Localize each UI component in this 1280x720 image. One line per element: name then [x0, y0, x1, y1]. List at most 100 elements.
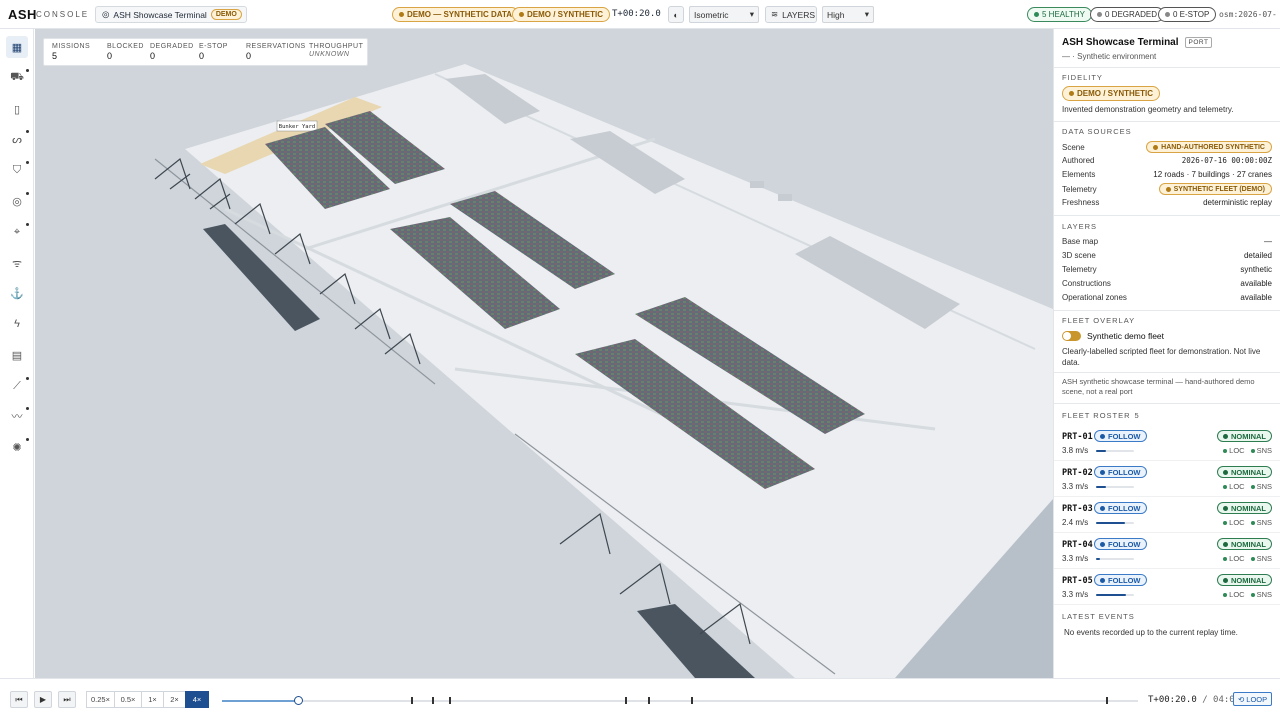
status-label: NOMINAL [1231, 539, 1266, 549]
speed-option[interactable]: 2× [163, 691, 186, 708]
sensor-flags: LOC SNS [1223, 446, 1272, 455]
metric-label: DEGRADED [150, 43, 194, 50]
fleet-row[interactable]: PRT-03 FOLLOW NOMINAL 2.4 m/s LOC SNS [1054, 497, 1280, 533]
replay-clock: T+00:20.0 [612, 9, 661, 19]
theme-toggle-button[interactable]: ◐ [668, 6, 684, 23]
nav-routes[interactable]: ᔕ [6, 128, 29, 150]
event-marker[interactable] [411, 697, 413, 704]
sns-flag: SNS [1250, 590, 1272, 599]
metric-value: 0 [107, 51, 113, 61]
device-icon: ▯ [13, 103, 21, 116]
scene-selector[interactable]: ◎ ASH Showcase Terminal DEMO [95, 6, 247, 23]
healthy-pill[interactable]: 5 HEALTHY [1027, 7, 1092, 22]
event-marker[interactable] [691, 697, 693, 704]
nav-power[interactable]: ϟ [6, 313, 28, 335]
skip-back-button[interactable]: ⏮ [10, 691, 28, 708]
layer-row: 3D scene detailed [1062, 251, 1272, 260]
nav-safety[interactable]: ⛉ [6, 159, 29, 181]
nav-network[interactable]: ᯤ [6, 252, 28, 274]
timeline-progress [222, 700, 299, 702]
estop-pill[interactable]: 0 E-STOP [1158, 7, 1217, 22]
fidelity-text: Invented demonstration geometry and tele… [1062, 105, 1234, 114]
play-icon: ▶ [39, 695, 47, 704]
layer-value: synthetic [1240, 265, 1272, 274]
event-marker[interactable] [648, 697, 650, 704]
nav-archive[interactable]: ▤ [6, 344, 28, 366]
speed-option[interactable]: 1× [141, 691, 164, 708]
divider [1054, 403, 1280, 404]
status-badge: NOMINAL [1217, 538, 1272, 550]
event-marker[interactable] [625, 697, 627, 704]
source-key: Scene [1062, 142, 1085, 152]
fleet-id: PRT-01 [1062, 432, 1093, 442]
mode-label: FOLLOW [1108, 539, 1141, 549]
scene-name: ASH Showcase Terminal [113, 9, 207, 20]
degraded-pill[interactable]: 0 DEGRADED [1090, 7, 1165, 22]
estop-label: 0 E-STOP [1173, 10, 1210, 19]
fleet-overlay-toggle[interactable] [1062, 331, 1081, 341]
loop-button[interactable]: ⟲ LOOP [1233, 692, 1273, 706]
sns-flag: SNS [1250, 446, 1272, 455]
event-marker[interactable] [432, 697, 434, 704]
speed-option-active[interactable]: 4× [185, 691, 209, 708]
loc-flag: LOC [1223, 554, 1245, 563]
demo-synthetic-label: DEMO / SYNTHETIC [527, 10, 604, 19]
quality-value: High [827, 9, 845, 20]
source-value: 12 roads · 7 buildings · 27 cranes [1153, 170, 1272, 179]
status-badge: NOMINAL [1217, 430, 1272, 442]
timeline-thumb[interactable] [294, 696, 304, 705]
speed-bar-fill [1096, 522, 1125, 524]
speed-option[interactable]: 0.5× [114, 691, 142, 708]
nav-fleet[interactable]: ⛟ [6, 67, 29, 89]
event-marker[interactable] [1106, 697, 1108, 704]
fleet-row[interactable]: PRT-01 FOLLOW NOMINAL 3.8 m/s LOC SNS [1054, 425, 1280, 461]
sns-flag: SNS [1250, 554, 1272, 563]
metric-value: 0 [150, 51, 156, 61]
nav-analytics[interactable]: ⟋ [6, 375, 29, 397]
source-value: deterministic replay [1203, 198, 1272, 207]
status-dot [1100, 577, 1105, 583]
speed-option[interactable]: 0.25× [86, 691, 115, 708]
view-mode-value: Isometric [694, 9, 729, 20]
skip-forward-button[interactable]: ⏭ [58, 691, 76, 708]
play-button[interactable]: ▶ [34, 691, 52, 708]
mode-label: FOLLOW [1108, 467, 1141, 477]
quality-select[interactable]: High ▾ [822, 6, 874, 23]
nav-locate[interactable]: ⌖ [6, 221, 29, 243]
status-dot [1223, 469, 1228, 475]
nav-targets[interactable]: ◎ [6, 190, 29, 212]
nav-vehicles[interactable]: ▯ [6, 98, 28, 120]
fleet-speed: 3.3 m/s [1062, 482, 1089, 491]
nav-berths[interactable]: ⚓ [6, 282, 28, 304]
mode-badge: FOLLOW [1094, 430, 1147, 442]
fleet-row[interactable]: PRT-02 FOLLOW NOMINAL 3.3 m/s LOC SNS [1054, 461, 1280, 497]
map-viewport[interactable]: Bunker Yard MISSIONS 5 BLOCKED 0 DEGRADE… [35, 29, 1053, 678]
timeline-track[interactable] [222, 696, 1138, 705]
sensor-flags: LOC SNS [1223, 482, 1272, 491]
fleet-row[interactable]: PRT-05 FOLLOW NOMINAL 3.3 m/s LOC SNS [1054, 569, 1280, 605]
view-mode-select[interactable]: Isometric ▾ [689, 6, 759, 23]
fleet-row[interactable]: PRT-04 FOLLOW NOMINAL 3.3 m/s LOC SNS [1054, 533, 1280, 569]
mode-label: FOLLOW [1108, 575, 1141, 585]
nav-overview[interactable]: ▦ [6, 36, 28, 58]
notification-dot [26, 161, 29, 164]
telemetry-source-badge: SYNTHETIC FLEET (DEMO) [1158, 183, 1272, 195]
layer-key: Base map [1062, 237, 1099, 246]
speed-bar [1096, 450, 1134, 452]
fleet-speed: 3.8 m/s [1062, 446, 1089, 455]
overlay-text: Clearly-labelled scripted fleet for demo… [1062, 347, 1261, 367]
terminal-scene[interactable]: Bunker Yard [35, 29, 1053, 678]
metric-degraded: DEGRADED 0 [150, 43, 194, 61]
loc-flag: LOC [1223, 590, 1245, 599]
roster-header: FLEET ROSTER 5 [1062, 411, 1140, 420]
chart-icon: ⟋ [13, 379, 21, 392]
nav-settings[interactable]: ✺ [6, 436, 29, 458]
divider [1054, 372, 1280, 373]
nav-activity[interactable]: 〰 [6, 405, 29, 427]
status-dot [1097, 12, 1102, 17]
layers-button[interactable]: ≋ LAYERS [765, 6, 817, 23]
panel-header: ASH Showcase Terminal PORT [1062, 37, 1213, 48]
crosshair-icon: ⌖ [13, 225, 21, 238]
event-marker[interactable] [449, 697, 451, 704]
status-dot [1223, 577, 1228, 583]
